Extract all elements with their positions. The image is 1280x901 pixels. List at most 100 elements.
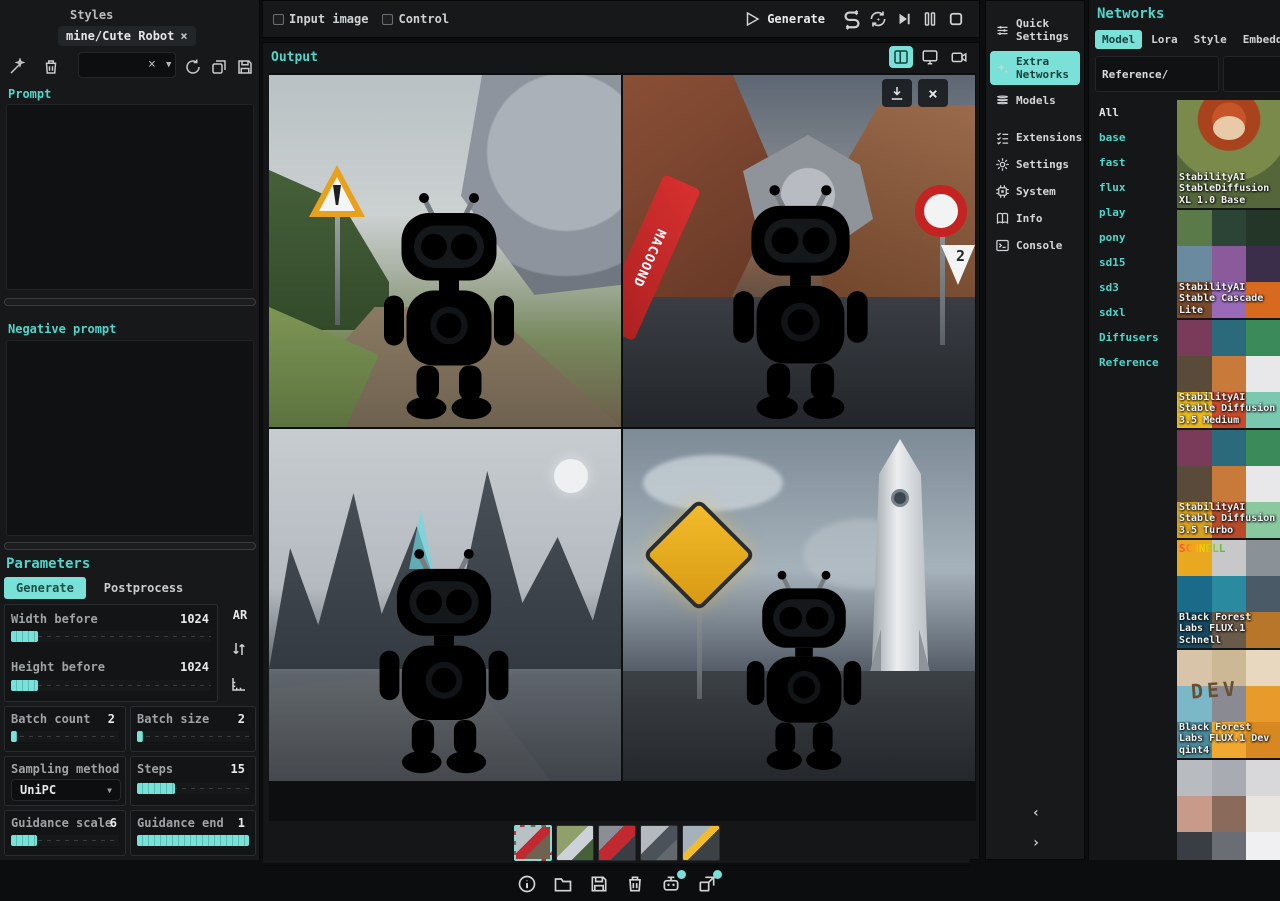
nav-system[interactable]: System [990,180,1080,203]
thumbnail-4[interactable] [640,825,678,861]
category-pony[interactable]: pony [1089,225,1177,250]
network-description-input[interactable] [1223,56,1280,92]
resize-handle[interactable] [4,542,256,550]
steps-slider[interactable] [137,783,249,794]
guidance-scale-value: 6 [110,816,117,830]
style-tag[interactable]: mine/Cute Robot× [58,26,196,46]
model-card[interactable]: DEV Black Forest Labs FLUX.1 Dev qint4 [1177,650,1280,758]
tab-generate[interactable]: Generate [4,577,86,599]
generated-image-3[interactable]: #q3 .rb{fill:#cdd2d8;stroke:#84#no8b93;s… [269,429,621,781]
network-search-input[interactable] [1095,56,1219,92]
control-checkbox[interactable] [382,14,393,25]
swap-dimensions-icon[interactable] [230,640,248,658]
face-restore-icon[interactable] [661,874,681,894]
video-view-icon[interactable] [947,46,971,68]
nav-quick-settings[interactable]: Quick Settings [990,13,1080,47]
image-info-icon[interactable] [517,874,537,894]
ruler-icon[interactable] [230,675,248,693]
tab-lora[interactable]: Lora [1144,30,1185,49]
nav-extensions[interactable]: Extensions [990,126,1080,149]
chevron-down-icon[interactable]: ▼ [166,60,171,70]
height-label: Height before [11,660,105,674]
sampling-method-select[interactable]: UniPC▼ [11,779,121,801]
tab-style[interactable]: Style [1187,30,1234,49]
collapse-right-icon[interactable]: › [986,835,1086,851]
speed-sign-text: 2 [956,247,965,265]
tab-postprocess[interactable]: Postprocess [92,577,195,599]
negative-prompt-input[interactable] [6,340,254,536]
split-view-icon[interactable] [889,46,913,68]
thumbnail-5[interactable] [682,825,720,861]
thumbnail-1[interactable] [514,825,552,861]
aspect-ratio-button[interactable]: AR [224,608,256,622]
parameters-title: Parameters [6,556,90,572]
category-base[interactable]: base [1089,125,1177,150]
tab-embedding[interactable]: Embedding [1236,30,1280,49]
close-gallery-icon[interactable]: × [918,79,948,107]
fullscreen-view-icon[interactable] [918,46,942,68]
gear-icon [995,157,1010,172]
height-slider[interactable] [11,680,211,691]
model-card[interactable] [1177,760,1280,860]
category-reference[interactable]: Reference [1089,350,1177,375]
badge [677,870,686,879]
model-card[interactable]: SCHNELL Black Forest Labs FLUX.1 Schnell [1177,540,1280,648]
nav-models[interactable]: Models [990,89,1080,112]
width-slider[interactable] [11,631,211,642]
input-image-label: Input image [289,12,368,26]
nav-extra-networks[interactable]: Extra Networks [990,51,1080,85]
model-card[interactable]: StabilityAI Stable Cascade Lite [1177,210,1280,318]
resize-handle[interactable] [4,298,256,306]
tab-model[interactable]: Model [1095,30,1142,49]
category-all[interactable]: All [1089,100,1177,125]
category-diffusers[interactable]: Diffusers [1089,325,1177,350]
thumbnail-3[interactable] [598,825,636,861]
prompt-input[interactable] [6,104,254,290]
collapse-left-icon[interactable]: ‹ [986,805,1086,821]
model-card[interactable]: StabilityAI Stable Diffusion 3.5 Medium [1177,320,1280,428]
image-gallery[interactable]: × #q1 .rb{fill:#c6ccd3;stroke:#7e858d;st… [269,73,976,821]
generated-image-1[interactable]: #q1 .rb{fill:#c6ccd3;stroke:#7e858d;stro… [269,75,621,427]
send-to-icon[interactable] [697,874,717,894]
save-style-icon[interactable] [236,58,254,76]
loop-icon[interactable] [839,6,865,32]
reprocess-icon[interactable] [865,6,891,32]
download-image-icon[interactable] [882,79,912,107]
skip-icon[interactable] [891,6,917,32]
remove-style-icon[interactable]: × [180,29,187,43]
open-folder-icon[interactable] [553,874,573,894]
refresh-styles-icon[interactable] [184,58,202,76]
image-action-bar [263,865,970,901]
category-sdxl[interactable]: sdxl [1089,300,1177,325]
network-categories: All base fast flux play pony sd15 sd3 sd… [1089,100,1177,860]
generated-image-2[interactable]: MACOOND 2 #q2 .rb{fill:#c22830;stroke:#7… [623,75,975,427]
generate-button[interactable]: Generate [743,10,825,28]
save-image-icon[interactable] [589,874,609,894]
guidance-scale-slider[interactable] [11,835,119,846]
stop-icon[interactable] [943,6,969,32]
apply-style-icon[interactable] [8,58,26,76]
copy-style-icon[interactable] [210,58,228,76]
nav-console[interactable]: Console [990,234,1080,257]
pause-icon[interactable] [917,6,943,32]
batch-size-slider[interactable] [137,731,249,742]
clear-styles-icon[interactable] [42,58,60,76]
output-panel: Output × #q1 .rb{fill:#c6ccd3;stroke:#7e… [262,42,980,860]
category-flux[interactable]: flux [1089,175,1177,200]
model-card[interactable]: StabilityAI Stable Diffusion 3.5 Turbo [1177,430,1280,538]
delete-image-icon[interactable] [625,874,645,894]
category-sd3[interactable]: sd3 [1089,275,1177,300]
category-play[interactable]: play [1089,200,1177,225]
generated-image-4[interactable]: #q4 .rb{fill:#c2c9d1;stroke:#767e88;stro… [623,429,975,781]
thumbnail-2[interactable] [556,825,594,861]
model-card[interactable]: StabilityAI StableDiffusion XL 1.0 Base [1177,100,1280,208]
styles-select-input[interactable] [78,52,176,78]
nav-info[interactable]: Info [990,207,1080,230]
batch-count-slider[interactable] [11,731,119,742]
clear-input-icon[interactable]: × [148,57,156,72]
guidance-end-slider[interactable] [137,835,249,846]
category-fast[interactable]: fast [1089,150,1177,175]
category-sd15[interactable]: sd15 [1089,250,1177,275]
nav-settings[interactable]: Settings [990,153,1080,176]
input-image-checkbox[interactable] [273,14,284,25]
